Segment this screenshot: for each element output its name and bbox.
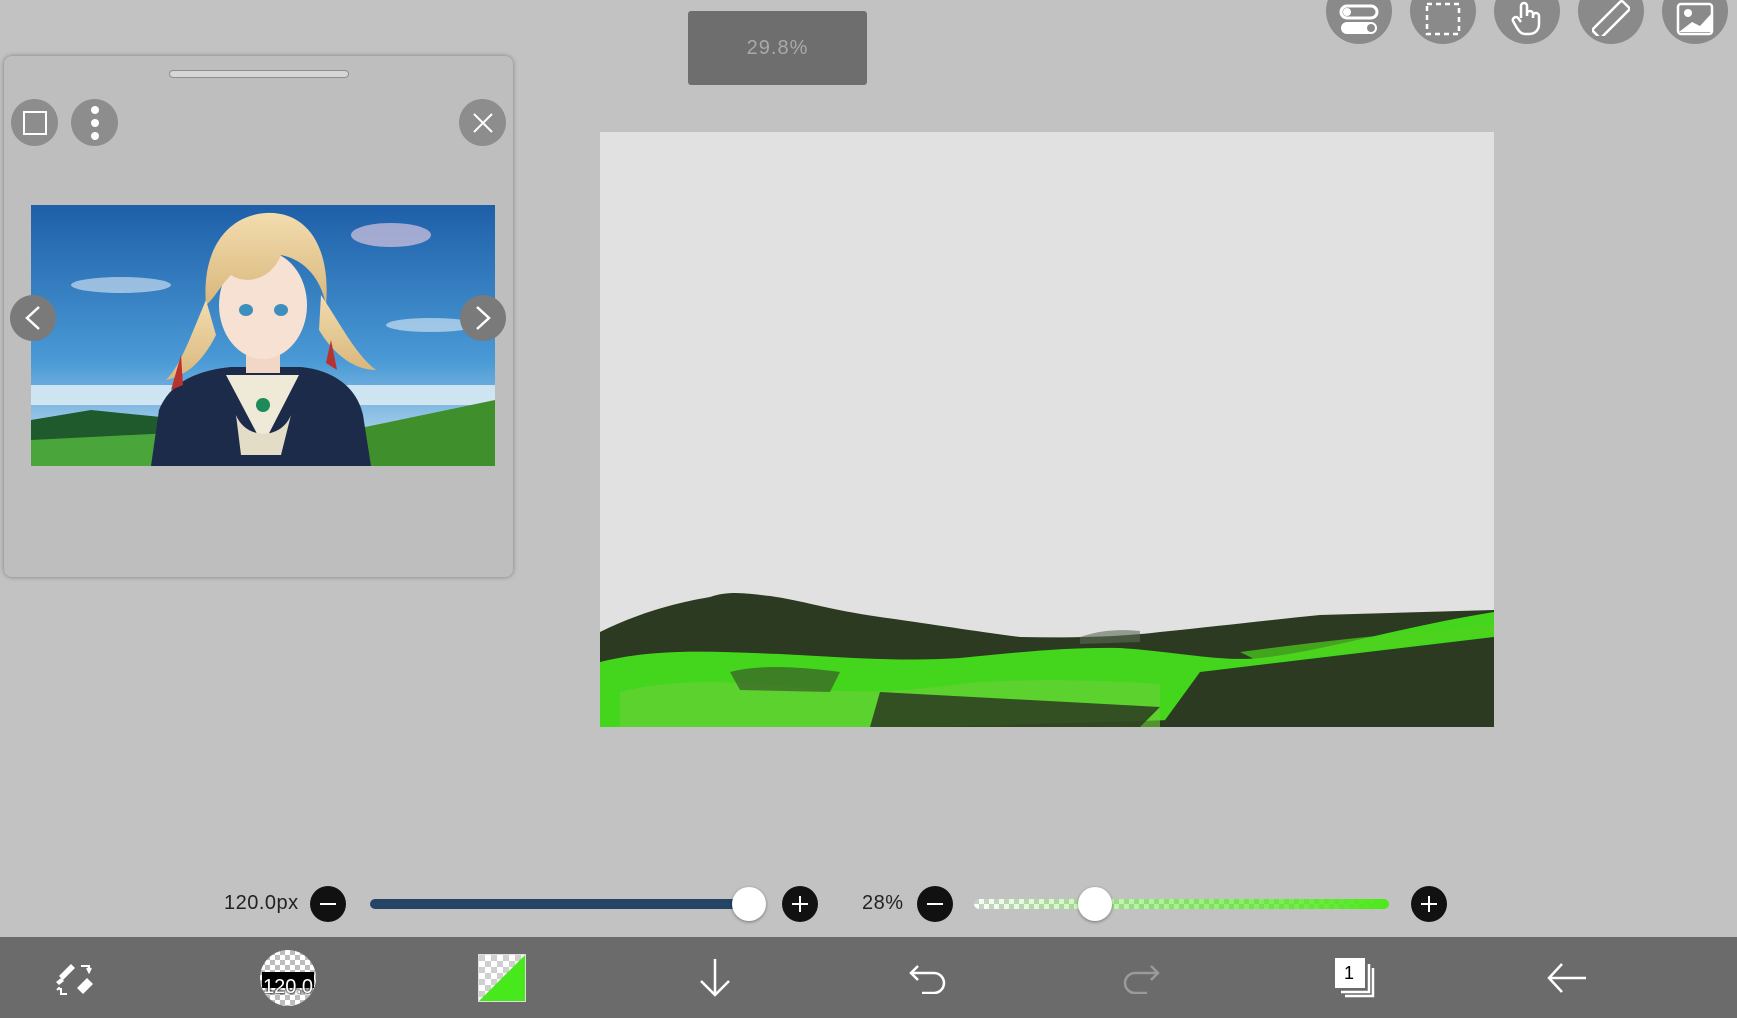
brush-size-icon: 120.0 [260, 949, 316, 1006]
image-icon [1676, 2, 1714, 36]
plus-icon [1421, 896, 1437, 912]
opacity-increase-button[interactable] [1411, 886, 1447, 922]
more-options-button[interactable] [71, 99, 118, 146]
download-button[interactable] [690, 937, 740, 1018]
brush-opacity-label: 28% [862, 892, 904, 914]
image-button[interactable] [1662, 0, 1728, 44]
selection-icon [1425, 2, 1461, 36]
brush-eraser-swap-button[interactable] [40, 937, 110, 1018]
selection-button[interactable] [1410, 0, 1476, 44]
zoom-label: 29.8% [746, 36, 809, 59]
toggle-settings-icon [1339, 4, 1379, 34]
reference-illustration [31, 205, 495, 466]
chevron-right-icon [476, 306, 491, 330]
color-icon [478, 953, 526, 1002]
minus-icon [927, 903, 943, 905]
canvas-artwork [600, 593, 1494, 727]
brush-size-slider-thumb[interactable] [732, 887, 766, 921]
hand-icon [1511, 1, 1541, 36]
square-button[interactable] [11, 99, 58, 146]
size-decrease-button[interactable] [310, 886, 346, 922]
download-icon [700, 958, 730, 997]
reference-panel [4, 56, 513, 577]
undo-icon [909, 964, 946, 994]
drawing-canvas[interactable] [600, 132, 1494, 727]
ruler-button[interactable] [1578, 0, 1644, 44]
toggle-settings-button[interactable] [1326, 0, 1392, 44]
opacity-decrease-button[interactable] [917, 886, 953, 922]
undo-button[interactable] [903, 937, 953, 1018]
layer-count: 1 [1343, 963, 1354, 983]
zoom-indicator: 29.8% [688, 11, 867, 85]
back-icon [1547, 962, 1586, 993]
brush-eraser-swap-icon [56, 963, 93, 995]
next-image-button[interactable] [460, 295, 506, 341]
brush-opacity-slider-thumb[interactable] [1078, 887, 1112, 921]
more-vertical-icon [90, 105, 99, 140]
reference-image [31, 205, 495, 466]
redo-icon [1123, 964, 1160, 994]
hand-tool-button[interactable] [1494, 0, 1560, 44]
redo-button[interactable] [1116, 937, 1166, 1018]
brush-size-value: 120.0 [262, 975, 314, 998]
brush-size-slider[interactable] [370, 899, 750, 909]
chevron-left-icon [25, 306, 40, 330]
brush-size-label: 120.0px [224, 892, 299, 914]
layers-button[interactable]: 1 [1330, 937, 1380, 1018]
previous-image-button[interactable] [10, 295, 56, 341]
brush-opacity-slider[interactable] [974, 899, 1389, 909]
minus-icon [320, 903, 336, 905]
close-panel-button[interactable] [459, 99, 506, 146]
brush-size-button[interactable]: 120.0 [255, 937, 321, 1018]
layers-icon [1335, 957, 1375, 997]
plus-icon [792, 896, 808, 912]
close-icon [472, 112, 493, 133]
panel-drag-handle[interactable] [169, 70, 349, 78]
bottom-toolbar: 120.0 1 [0, 937, 1737, 1018]
size-increase-button[interactable] [782, 886, 818, 922]
square-icon [22, 110, 47, 135]
color-button[interactable] [470, 937, 534, 1018]
ruler-icon [1592, 0, 1630, 36]
back-button[interactable] [1542, 937, 1592, 1018]
